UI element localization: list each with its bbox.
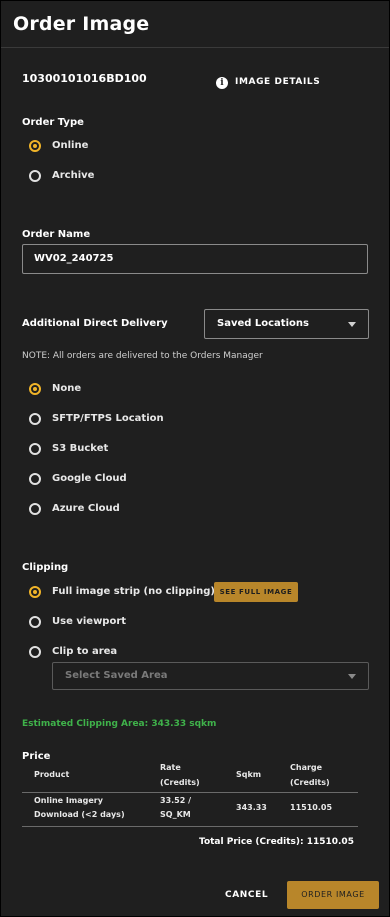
col-product: Product — [34, 770, 70, 779]
table-row: Online Imagery Download (<2 days) 33.52 … — [22, 792, 358, 826]
clip-viewport-radio[interactable] — [29, 616, 41, 628]
delivery-azure-label[interactable]: Azure Cloud — [52, 503, 120, 514]
clip-area-label[interactable]: Clip to area — [52, 646, 117, 657]
price-label: Price — [22, 751, 51, 762]
cell-rate-2: SQ_KM — [160, 810, 191, 819]
col-sqkm: Sqkm — [236, 770, 262, 779]
see-full-image-button[interactable]: SEE FULL IMAGE — [214, 582, 298, 602]
order-image-button[interactable]: ORDER IMAGE — [287, 881, 379, 909]
order-image-dialog: Order Image 10300101016BD100 i IMAGE DET… — [0, 0, 390, 917]
delivery-azure-radio[interactable] — [29, 503, 41, 515]
cell-charge: 11510.05 — [290, 803, 333, 812]
info-icon[interactable]: i — [216, 77, 228, 89]
order-type-label: Order Type — [22, 117, 84, 128]
order-type-archive-radio[interactable] — [29, 170, 41, 182]
clip-full-radio[interactable] — [29, 586, 41, 598]
cell-product-1: Online Imagery — [34, 796, 103, 805]
order-type-archive-label[interactable]: Archive — [52, 170, 94, 181]
delivery-label: Additional Direct Delivery — [22, 318, 168, 329]
col-charge-2: (Credits) — [290, 778, 330, 787]
estimated-clipping-area: Estimated Clipping Area: 343.33 sqkm — [22, 719, 217, 729]
delivery-none-label[interactable]: None — [52, 383, 81, 394]
saved-area-placeholder: Select Saved Area — [65, 670, 168, 681]
delivery-google-radio[interactable] — [29, 473, 41, 485]
delivery-none-radio[interactable] — [29, 383, 41, 395]
delivery-sftp-label[interactable]: SFTP/FTPS Location — [52, 413, 164, 424]
total-price: Total Price (Credits): 11510.05 — [199, 837, 354, 847]
clip-viewport-label[interactable]: Use viewport — [52, 616, 126, 627]
image-details-link[interactable]: IMAGE DETAILS — [235, 77, 320, 87]
cell-product-2: Download (<2 days) — [34, 810, 125, 819]
delivery-note: NOTE: All orders are delivered to the Or… — [22, 351, 263, 361]
saved-locations-dropdown[interactable]: Saved Locations — [204, 309, 369, 339]
saved-locations-value: Saved Locations — [217, 318, 309, 329]
dialog-title: Order Image — [13, 13, 150, 35]
order-name-input[interactable]: WV02_240725 — [22, 244, 368, 274]
delivery-s3-radio[interactable] — [29, 443, 41, 455]
col-rate-2: (Credits) — [160, 778, 200, 787]
clip-area-radio[interactable] — [29, 646, 41, 658]
chevron-down-icon — [348, 322, 356, 327]
delivery-s3-label[interactable]: S3 Bucket — [52, 443, 108, 454]
delivery-google-label[interactable]: Google Cloud — [52, 473, 127, 484]
order-name-label: Order Name — [22, 229, 91, 240]
image-id: 10300101016BD100 — [22, 72, 147, 85]
delivery-sftp-radio[interactable] — [29, 413, 41, 425]
saved-area-dropdown[interactable]: Select Saved Area — [52, 662, 369, 690]
chevron-down-icon — [348, 674, 356, 679]
cancel-button[interactable]: CANCEL — [225, 890, 268, 900]
col-rate-1: Rate — [160, 763, 181, 772]
clip-full-label[interactable]: Full image strip (no clipping) — [52, 586, 215, 597]
cell-sqkm: 343.33 — [236, 803, 267, 812]
order-type-online-radio[interactable] — [29, 140, 41, 152]
table-divider — [22, 826, 358, 827]
order-type-online-label[interactable]: Online — [52, 140, 88, 151]
cell-rate-1: 33.52 / — [160, 796, 192, 805]
col-charge-1: Charge — [290, 763, 323, 772]
clipping-label: Clipping — [22, 562, 69, 573]
dialog-header: Order Image — [1, 1, 389, 48]
